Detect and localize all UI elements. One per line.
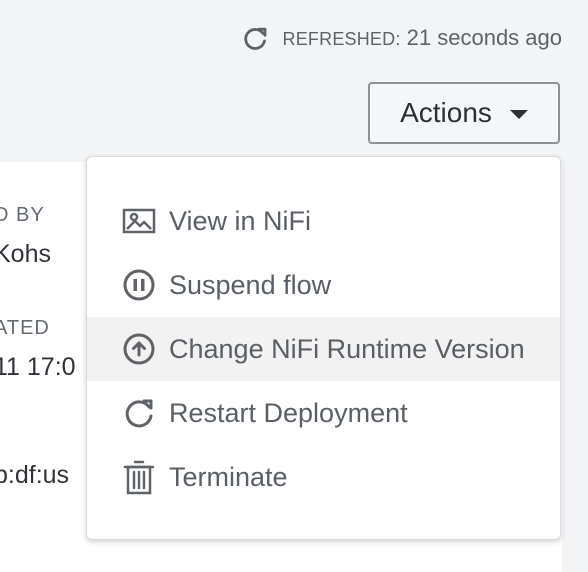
menu-item-label: Terminate <box>169 461 288 492</box>
actions-label: Actions <box>400 97 492 128</box>
menu-item-terminate[interactable]: Terminate <box>87 445 560 509</box>
crn-value: p:df:us <box>0 461 70 489</box>
refresh-icon[interactable] <box>241 24 269 52</box>
menu-item-view-in-nifi[interactable]: View in NiFi <box>87 189 560 253</box>
updated-value: 11 17:0 <box>0 353 76 381</box>
menu-item-label: View in NiFi <box>169 205 312 236</box>
refresh-status: REFRESHED: 21 seconds ago <box>241 24 562 52</box>
refresh-value: 21 seconds ago <box>406 25 562 50</box>
menu-item-restart-deployment[interactable]: Restart Deployment <box>87 381 560 445</box>
pause-icon <box>121 267 157 303</box>
upload-circle-icon <box>121 331 157 367</box>
menu-item-label: Suspend flow <box>169 269 332 300</box>
refresh-text: REFRESHED: 21 seconds ago <box>283 27 562 49</box>
restart-icon <box>121 395 157 431</box>
image-icon <box>121 203 157 239</box>
menu-item-label: Change NiFi Runtime Version <box>169 333 525 364</box>
deployed-by-value: Kohs <box>0 240 51 268</box>
menu-item-change-nifi-runtime-version[interactable]: Change NiFi Runtime Version <box>87 317 560 381</box>
actions-button[interactable]: Actions <box>368 82 560 144</box>
chevron-down-icon <box>509 110 528 119</box>
actions-menu: View in NiFi Suspend flow Change NiFi Ru… <box>86 156 561 540</box>
actions-menu-list: View in NiFi Suspend flow Change NiFi Ru… <box>87 189 560 509</box>
refresh-label: REFRESHED: <box>282 29 401 49</box>
trash-icon <box>121 459 157 495</box>
deployed-by-label: D BY <box>0 204 45 226</box>
updated-label: ATED <box>0 317 50 339</box>
menu-item-label: Restart Deployment <box>169 397 408 428</box>
menu-item-suspend-flow[interactable]: Suspend flow <box>87 253 560 317</box>
